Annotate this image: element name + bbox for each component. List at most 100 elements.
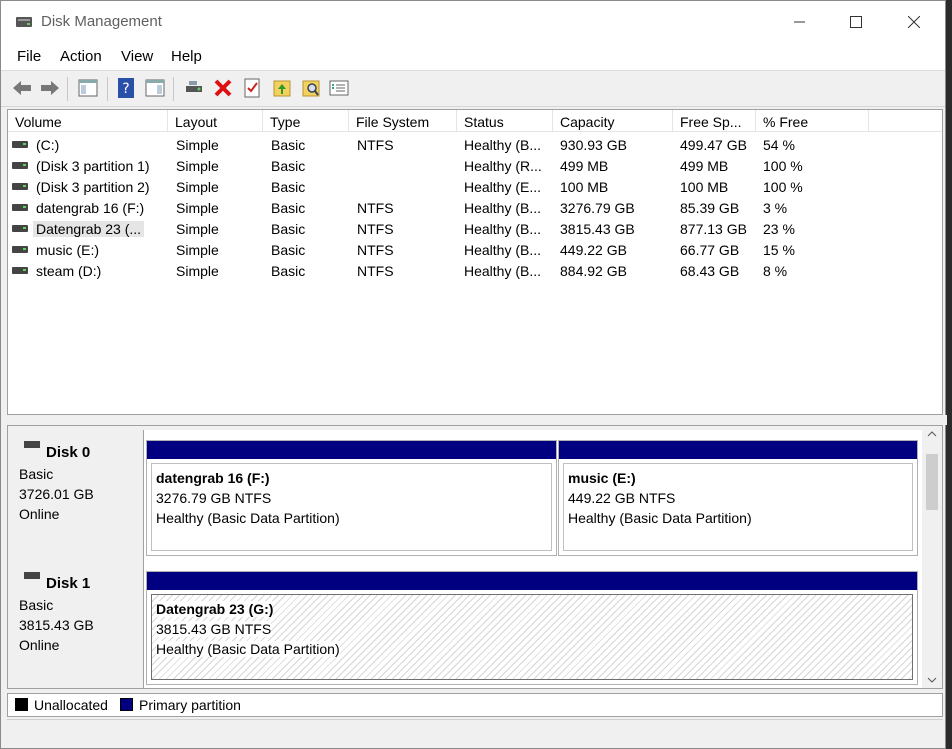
maximize-icon xyxy=(850,16,862,28)
status-bar xyxy=(7,719,943,747)
cell-free: 499.47 GB xyxy=(680,137,747,153)
volume-drive-icon xyxy=(12,183,28,190)
partition-size: 3815.43 GB NTFS xyxy=(156,621,272,637)
volume-list[interactable]: Volume Layout Type File System Status Ca… xyxy=(7,109,943,415)
folder-search-icon[interactable] xyxy=(300,77,322,99)
properties-pane-icon[interactable] xyxy=(144,77,166,99)
menu-help[interactable]: Help xyxy=(171,48,202,65)
column-free-space[interactable]: Free Sp... xyxy=(673,110,756,132)
column-header: Volume Layout Type File System Status Ca… xyxy=(8,110,942,132)
partition-body: music (E:) 449.22 GB NTFS Healthy (Basic… xyxy=(563,463,913,551)
disk-0-state: Online xyxy=(19,506,60,522)
graph-scrollbar[interactable] xyxy=(922,426,942,688)
volume-row[interactable]: datengrab 16 (F:) Simple Basic NTFS Healthy … xyxy=(8,198,942,219)
cell-status: Healthy (R... xyxy=(464,158,542,174)
column-layout[interactable]: Layout xyxy=(168,110,263,132)
partition-status-wrap: Healthy (Basic Data Partition) xyxy=(156,639,908,659)
volume-drive-icon xyxy=(12,204,28,211)
partition-datengrab-16[interactable]: datengrab 16 (F:) 3276.79 GB NTFS Health… xyxy=(146,440,557,556)
volume-drive-icon xyxy=(12,267,28,274)
scroll-down-icon[interactable] xyxy=(927,676,937,684)
cell-type: Basic xyxy=(271,242,306,258)
cell-volume: steam (D:) xyxy=(36,263,102,279)
cell-free: 68.43 GB xyxy=(680,263,740,279)
disk-1-state: Online xyxy=(19,637,60,653)
partition-title-wrap: Datengrab 23 (G:) xyxy=(156,599,908,619)
close-button[interactable] xyxy=(891,1,937,43)
cell-status: Healthy (B... xyxy=(464,200,542,216)
cell-layout: Simple xyxy=(176,158,219,174)
column-file-system[interactable]: File System xyxy=(349,110,457,132)
forward-arrow-icon[interactable] xyxy=(39,77,61,99)
cell-layout: Simple xyxy=(176,242,219,258)
cell-status: Healthy (B... xyxy=(464,263,542,279)
volume-row[interactable]: steam (D:) Simple Basic NTFS Healthy (B... 88… xyxy=(8,261,942,282)
console-tree-icon[interactable] xyxy=(77,77,99,99)
cell-free: 66.77 GB xyxy=(680,242,740,258)
scrollbar-thumb[interactable] xyxy=(926,454,938,510)
cell-type: Basic xyxy=(271,263,306,279)
toolbar-separator xyxy=(107,77,108,101)
column-percent-free[interactable]: % Free xyxy=(756,110,869,132)
column-status[interactable]: Status xyxy=(457,110,553,132)
primary-partition-swatch xyxy=(120,698,133,711)
menu-action[interactable]: Action xyxy=(60,48,102,65)
cell-capacity: 884.92 GB xyxy=(560,263,627,279)
volume-row[interactable]: (Disk 3 partition 1) Simple Basic Healthy (… xyxy=(8,156,942,177)
disk-icon xyxy=(24,441,40,448)
column-volume[interactable]: Volume xyxy=(8,110,168,132)
volume-drive-icon xyxy=(12,246,28,253)
partition-size: 3276.79 GB NTFS xyxy=(156,490,272,506)
cell-free: 100 MB xyxy=(680,179,729,195)
volume-row[interactable]: music (E:) Simple Basic NTFS Healthy (B... 44… xyxy=(8,240,942,261)
cell-type: Basic xyxy=(271,221,306,237)
svg-text:?: ? xyxy=(122,81,129,97)
volume-drive-icon xyxy=(12,162,28,169)
folder-up-icon[interactable] xyxy=(271,77,293,99)
primary-partition-bar xyxy=(147,441,556,459)
cell-type: Basic xyxy=(271,179,306,195)
cell-volume: (C:) xyxy=(36,137,60,153)
scroll-up-icon[interactable] xyxy=(927,430,937,438)
menu-file[interactable]: File xyxy=(17,48,41,65)
volume-row[interactable]: (C:) Simple Basic NTFS Healthy (B... 930.93 G… xyxy=(8,135,942,156)
column-type[interactable]: Type xyxy=(263,110,349,132)
disk-graph-view: Disk 0 Basic 3726.01 GB Online datengrab… xyxy=(7,425,943,689)
disk-1-size: 3815.43 GB xyxy=(19,617,94,633)
cell-pct: 15 % xyxy=(763,242,795,258)
volume-drive-icon xyxy=(12,225,28,232)
unallocated-swatch xyxy=(15,698,28,711)
menu-view[interactable]: View xyxy=(121,48,153,65)
cell-status: Healthy (B... xyxy=(464,137,542,153)
maximize-button[interactable] xyxy=(833,1,879,43)
partition-status: Healthy (Basic Data Partition) xyxy=(156,510,340,526)
pane-splitter[interactable] xyxy=(1,415,947,425)
settings-list-icon[interactable] xyxy=(328,77,350,99)
disk-1-info[interactable]: Disk 1 Basic 3815.43 GB Online xyxy=(8,561,144,688)
cell-free: 877.13 GB xyxy=(680,221,747,237)
connect-disk-icon[interactable] xyxy=(183,77,205,99)
cell-free: 499 MB xyxy=(680,158,729,174)
cell-type: Basic xyxy=(271,137,306,153)
close-icon xyxy=(908,16,920,28)
delete-icon[interactable] xyxy=(212,77,234,99)
volume-row[interactable]: Datengrab 23 (... Simple Basic NTFS Healthy … xyxy=(8,219,942,240)
column-capacity[interactable]: Capacity xyxy=(553,110,673,132)
disk-0-info[interactable]: Disk 0 Basic 3726.01 GB Online xyxy=(8,430,144,561)
disk-icon xyxy=(24,572,40,579)
legend: Unallocated Primary partition xyxy=(7,693,943,717)
check-properties-icon[interactable] xyxy=(241,77,263,99)
volume-row[interactable]: (Disk 3 partition 2) Simple Basic Healthy (… xyxy=(8,177,942,198)
partition-size-wrap: 3815.43 GB NTFS xyxy=(156,619,908,639)
disk-management-window: Disk Management File Action View Help ? xyxy=(0,0,947,749)
partition-datengrab-23[interactable]: Datengrab 23 (G:) 3815.43 GB NTFS Health… xyxy=(146,571,918,685)
cell-status: Healthy (E... xyxy=(464,179,542,195)
help-icon[interactable]: ? xyxy=(115,77,137,99)
title-bar[interactable]: Disk Management xyxy=(1,1,945,43)
partition-size: 449.22 GB NTFS xyxy=(568,490,676,506)
partition-music[interactable]: music (E:) 449.22 GB NTFS Healthy (Basic… xyxy=(558,440,918,556)
cell-pct: 23 % xyxy=(763,221,795,237)
cell-pct: 100 % xyxy=(763,158,803,174)
minimize-button[interactable] xyxy=(777,1,823,43)
back-arrow-icon[interactable] xyxy=(11,77,33,99)
